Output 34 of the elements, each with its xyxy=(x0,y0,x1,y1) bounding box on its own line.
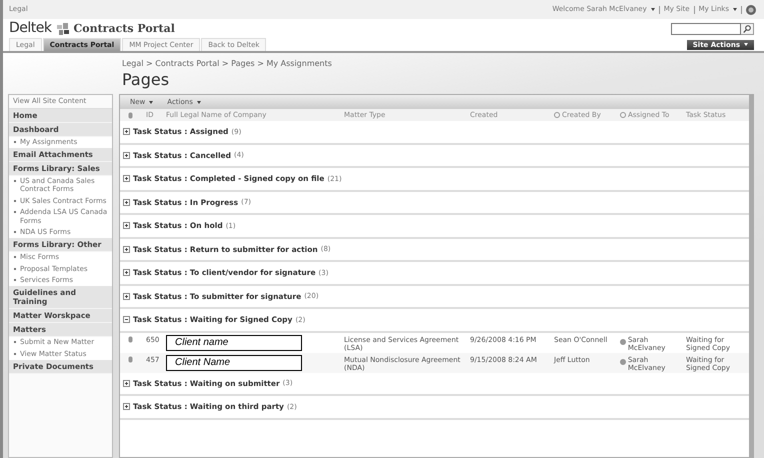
logo-icon xyxy=(56,22,70,36)
caret-icon xyxy=(196,100,201,104)
caret-icon xyxy=(744,43,748,46)
help-icon xyxy=(746,4,756,14)
expand-icon[interactable] xyxy=(123,175,130,182)
expand-icon[interactable] xyxy=(123,152,130,159)
breadcrumb: Legal > Contracts Portal > Pages > My Assignments xyxy=(122,59,333,69)
attachment-icon xyxy=(128,112,133,119)
divider-line xyxy=(658,6,660,14)
attachment-icon xyxy=(128,356,133,363)
presence-icon xyxy=(620,338,626,345)
search-field[interactable] xyxy=(671,22,741,34)
expand-icon[interactable] xyxy=(123,222,130,230)
expand-icon[interactable] xyxy=(123,380,130,387)
page-title: Pages xyxy=(122,70,170,88)
expand-icon[interactable] xyxy=(123,292,130,300)
expand-icon[interactable] xyxy=(123,403,130,410)
expand-icon[interactable] xyxy=(123,198,130,206)
company-name-box: Client Name xyxy=(166,354,302,371)
divider-line xyxy=(694,6,695,14)
divider-line xyxy=(741,6,742,14)
expand-icon[interactable] xyxy=(123,246,130,253)
search-button[interactable] xyxy=(741,22,754,34)
collapse-icon[interactable] xyxy=(123,316,130,324)
caret-icon xyxy=(149,100,154,104)
attachment-icon xyxy=(128,336,133,343)
expand-icon[interactable] xyxy=(123,128,130,136)
caret-icon xyxy=(650,8,655,11)
search-icon xyxy=(743,24,751,32)
expand-icon[interactable] xyxy=(123,269,130,276)
brand-logo: Deltek xyxy=(9,20,52,37)
company-name-box: Client name xyxy=(166,334,302,351)
presence-icon xyxy=(620,358,626,365)
site-name: Contracts Portal xyxy=(74,22,175,36)
